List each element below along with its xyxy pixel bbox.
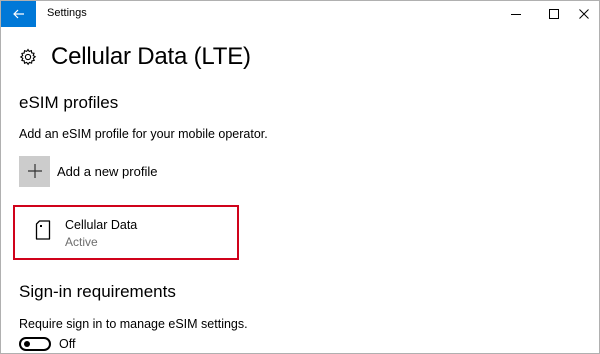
esim-description: Add an eSIM profile for your mobile oper… xyxy=(19,127,268,141)
add-profile-label: Add a new profile xyxy=(57,163,158,179)
close-button[interactable] xyxy=(565,1,599,27)
back-arrow-icon xyxy=(12,9,24,19)
signin-requirements-heading: Sign-in requirements xyxy=(19,282,176,301)
maximize-icon xyxy=(549,9,559,19)
back-button[interactable] xyxy=(1,1,36,27)
toggle-state-label: Off xyxy=(59,337,76,351)
settings-window: Settings Cellular Data (LTE) eSIM profil… xyxy=(0,0,600,354)
profile-status: Active xyxy=(65,235,98,249)
add-new-profile-button[interactable]: Add a new profile xyxy=(19,155,157,187)
page-header: Cellular Data (LTE) xyxy=(19,41,251,73)
minimize-icon xyxy=(511,14,521,15)
plus-icon xyxy=(19,155,50,187)
esim-profiles-heading: eSIM profiles xyxy=(19,93,119,112)
signin-description: Require sign in to manage eSIM settings. xyxy=(19,317,248,331)
profile-name: Cellular Data xyxy=(65,218,138,232)
window-title: Settings xyxy=(47,7,87,19)
esim-profile-card[interactable]: Cellular Data Active xyxy=(13,205,239,260)
signin-toggle-row: Off xyxy=(19,337,75,351)
close-icon xyxy=(579,9,589,19)
title-bar: Settings xyxy=(1,1,599,27)
minimize-button[interactable] xyxy=(497,1,535,27)
page-title: Cellular Data (LTE) xyxy=(51,43,251,70)
toggle-knob xyxy=(24,341,30,347)
sim-card-icon xyxy=(35,220,51,240)
gear-icon xyxy=(19,48,37,66)
signin-toggle[interactable] xyxy=(19,337,51,351)
